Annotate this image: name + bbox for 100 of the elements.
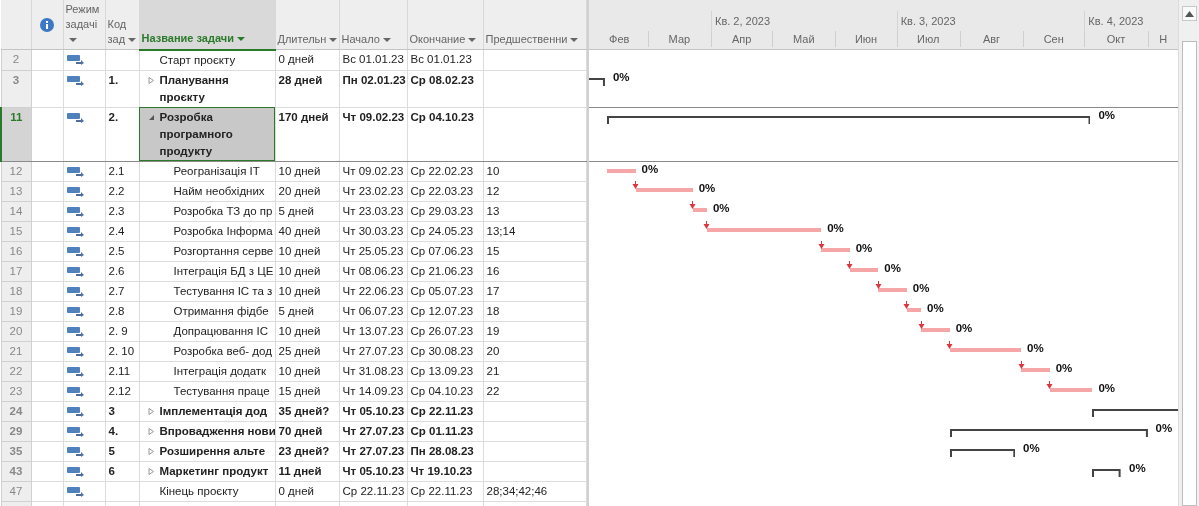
- task-row[interactable]: 22 2.11 Інтеграція додатк 10 дней Чт 31.08.23 Ср 13.09.23 21 0%: [1, 361, 1178, 381]
- task-bar[interactable]: [1021, 368, 1050, 372]
- task-bar[interactable]: [821, 248, 850, 252]
- task-mode-icon: [66, 425, 84, 437]
- task-mode-icon: [66, 165, 84, 177]
- table-cell: 20 дней: [275, 181, 339, 201]
- up-arrow-icon: [1184, 10, 1194, 17]
- progress-label: 0%: [1129, 461, 1146, 476]
- progress-label: 0%: [955, 321, 973, 336]
- task-mode-icon: [66, 265, 84, 277]
- progress-label: 0%: [1098, 107, 1116, 123]
- info-icon: [40, 18, 54, 33]
- summary-bar[interactable]: [949, 449, 1015, 457]
- task-row[interactable]: 14 2.3 Розробка ТЗ до пр 5 дней Чт 23.03.23 Ср 29.03.23 13 0%: [1, 201, 1178, 221]
- task-bar[interactable]: [949, 348, 1022, 352]
- expand-arrow-icon[interactable]: [147, 427, 155, 435]
- task-row[interactable]: 24 3 Імплементація дод 35 дней? Чт 05.10.23 Ср 22.11.23: [1, 401, 1178, 421]
- summary-bar[interactable]: [1092, 469, 1122, 477]
- task-name: Розробка веб- дод: [173, 343, 272, 359]
- task-mode-icon: [66, 185, 84, 197]
- column-header[interactable]: Название задачи: [139, 0, 275, 50]
- task-row[interactable]: 23 2.12 Тестування праце 15 дней Чт 14.09.23 Ср 04.10.23 22 0%: [1, 381, 1178, 401]
- task-bar[interactable]: [906, 308, 922, 312]
- task-bar[interactable]: [692, 208, 707, 212]
- column-header[interactable]: Начало: [339, 0, 407, 50]
- month-label: Июл: [916, 32, 941, 47]
- table-cell: 23 дней?: [275, 441, 339, 461]
- task-bar[interactable]: [921, 328, 950, 332]
- summary-bar[interactable]: [1092, 409, 1178, 417]
- task-bar[interactable]: [606, 168, 636, 173]
- table-cell: 15: [483, 241, 586, 261]
- task-bar[interactable]: [878, 288, 907, 292]
- table-cell: 28;34;42;46: [483, 481, 586, 501]
- summary-bar[interactable]: [589, 78, 605, 86]
- row-number: 21: [1, 341, 31, 361]
- task-row[interactable]: 21 2. 10 Розробка веб- дод 25 дней Чт 27.07.23 Ср 30.08.23 20 0%: [1, 341, 1178, 361]
- table-cell: Чт 06.07.23: [339, 301, 407, 321]
- column-header[interactable]: Предшественни: [483, 0, 586, 50]
- summary-bar[interactable]: [606, 115, 1091, 124]
- month-label: Фев: [608, 32, 631, 47]
- task-row[interactable]: 13 2.2 Найм необхідних 20 дней Чт 23.02.23 Ср 22.03.23 12 0%: [1, 181, 1178, 201]
- column-header[interactable]: Код зад: [105, 0, 139, 50]
- task-name: Розробка Інформа: [173, 223, 273, 239]
- table-cell: Ср 12.07.23: [407, 301, 483, 321]
- scrollbar[interactable]: [1178, 0, 1199, 506]
- task-row[interactable]: 12 2.1 Реогранізація ІТ 10 дней Чт 09.02.23 Ср 22.02.23 10 0%: [1, 161, 1178, 181]
- progress-label: 0%: [612, 70, 630, 85]
- month-label: Апр: [730, 32, 753, 47]
- task-row[interactable]: 3 1. Планування проєкту 28 дней Пн 02.01.23 Ср 08.02.23 0%: [1, 70, 1178, 107]
- task-bar[interactable]: [706, 228, 822, 232]
- task-code: 2.12: [105, 381, 139, 401]
- task-row[interactable]: 16 2.5 Розгортання серве 10 дней Чт 25.05.23 Ср 07.06.23 15 0%: [1, 241, 1178, 261]
- scroll-up-button[interactable]: [1181, 6, 1197, 21]
- task-name: Отримання фідбе: [173, 303, 269, 319]
- column-header[interactable]: Окончание: [407, 0, 483, 50]
- scrollbar-thumb[interactable]: [1181, 41, 1197, 506]
- collapse-arrow-icon[interactable]: [147, 113, 155, 121]
- task-row[interactable]: 29 4. Впровадження нови 70 дней Чт 27.07.23 Ср 01.11.23 0%: [1, 421, 1178, 441]
- row-number: 13: [1, 181, 31, 201]
- task-mode-icon: [66, 325, 84, 337]
- column-header[interactable]: Длительн: [275, 0, 339, 50]
- task-row[interactable]: 35 5 Розширення альте 23 дней? Чт 27.07.23 Пн 28.08.23 0%: [1, 441, 1178, 461]
- task-row[interactable]: 43 6 Маркетинг продукт 11 дней Чт 05.10.23 Чт 19.10.23 0%: [1, 461, 1178, 481]
- table-cell: Ср 08.02.23: [407, 70, 483, 107]
- link-arrow: [817, 241, 825, 249]
- dropdown-arrow-icon: [68, 38, 77, 43]
- table-cell: 10 дней: [275, 161, 339, 181]
- expand-arrow-icon[interactable]: [147, 447, 155, 455]
- quarter-label: Кв. 3, 2023: [900, 15, 956, 28]
- task-mode-icon: [66, 365, 84, 377]
- task-bar[interactable]: [635, 188, 693, 192]
- table-cell: 11 дней: [275, 461, 339, 481]
- task-row[interactable]: 17 2.6 Інтеграція БД з ЦЕ 10 дней Чт 08.06.23 Ср 21.06.23 16 0%: [1, 261, 1178, 281]
- task-row[interactable]: 47 Кінець проєкту 0 дней Ср 22.11.23 Ср 22.11.23 28;34;42;46: [1, 481, 1178, 501]
- task-row[interactable]: 19 2.8 Отримання фідбе 5 дней Чт 06.07.23 Ср 12.07.23 18 0%: [1, 301, 1178, 321]
- dropdown-arrow-icon: [468, 38, 477, 43]
- summary-bar[interactable]: [949, 429, 1148, 437]
- task-row[interactable]: 15 2.4 Розробка Інформа 40 дней Чт 30.03.23 Ср 24.05.23 13;14 0%: [1, 221, 1178, 241]
- expand-arrow-icon[interactable]: [147, 76, 155, 84]
- table-cell: Ср 22.11.23: [339, 481, 407, 501]
- table-cell: 5 дней: [275, 201, 339, 221]
- month-label: Июн: [853, 32, 879, 47]
- task-row[interactable]: 18 2.7 Тестування ІС та з 10 дней Чт 22.06.23 Ср 05.07.23 17 0%: [1, 281, 1178, 301]
- column-header[interactable]: Режим задачі: [63, 0, 105, 50]
- task-row[interactable]: 20 2. 9 Допрацювання ІС 10 дней Чт 13.07.23 Ср 26.07.23 19 0%: [1, 321, 1178, 341]
- month-label: Мар: [667, 32, 692, 47]
- link-arrow: [703, 221, 711, 229]
- link-arrow: [632, 181, 639, 189]
- task-bar[interactable]: [1049, 388, 1093, 392]
- row-number: 3: [1, 70, 31, 107]
- task-row[interactable]: 11 2. Розробка програмного продукту 170 дней Чт 09.02.23 Ср 04.10.23 0%: [1, 107, 1178, 161]
- task-row[interactable]: 2 Старт проєкту 0 дней Вс 01.01.23 Вс 01.01.23: [1, 49, 1178, 70]
- progress-label: 0%: [698, 181, 716, 196]
- table-cell: Ср 26.07.23: [407, 321, 483, 341]
- expand-arrow-icon[interactable]: [147, 467, 155, 475]
- table-cell: 13;14: [483, 221, 586, 241]
- task-code: 2.8: [105, 301, 139, 321]
- expand-arrow-icon[interactable]: [147, 407, 155, 415]
- task-bar[interactable]: [849, 268, 879, 272]
- task-mode-icon: [66, 205, 84, 217]
